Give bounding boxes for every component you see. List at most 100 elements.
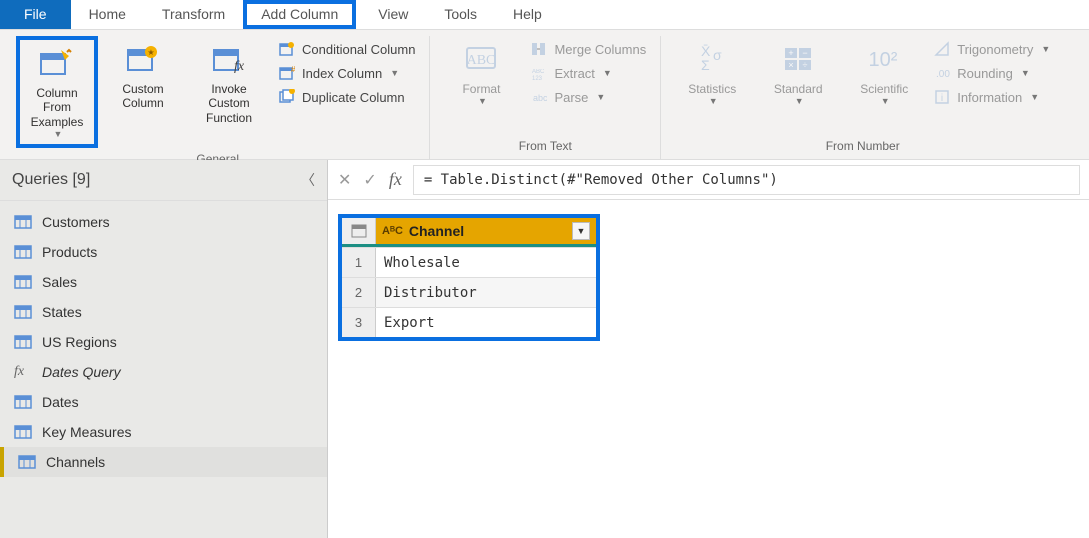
menu-bar: File Home Transform Add Column View Tool…	[0, 0, 1089, 30]
query-item-states[interactable]: States	[0, 297, 327, 327]
query-item-dates[interactable]: Dates	[0, 387, 327, 417]
rounding-icon: .00	[933, 64, 951, 82]
rounding-label: Rounding	[957, 66, 1013, 81]
formula-bar: ✕ ✓ fx	[328, 160, 1089, 200]
svg-text:.00: .00	[936, 69, 950, 80]
ribbon-group-from-text-label: From Text	[519, 135, 572, 159]
query-item-label: Products	[42, 244, 97, 260]
index-column-button[interactable]: # Index Column ▼	[278, 64, 415, 82]
extract-button[interactable]: ABC123 Extract ▼	[530, 64, 646, 82]
scientific-button[interactable]: 10² Scientific ▼	[843, 36, 925, 111]
invoke-custom-function-label: Invoke Custom Function	[190, 82, 268, 125]
query-item-label: Dates	[42, 394, 79, 410]
query-list: Customers Products Sales States US Regio…	[0, 201, 327, 483]
collapse-panel-button[interactable]: 〈	[301, 170, 315, 190]
table-row[interactable]: 3 Export	[342, 307, 596, 337]
accept-formula-button[interactable]: ✓	[363, 170, 376, 190]
format-label: Format	[462, 82, 500, 96]
chevron-down-icon: ▼	[795, 96, 804, 107]
table-corner-button[interactable]	[342, 218, 376, 244]
cancel-formula-button[interactable]: ✕	[338, 170, 351, 190]
table-icon	[14, 335, 32, 349]
query-item-label: States	[42, 304, 82, 320]
query-item-label: Key Measures	[42, 424, 131, 440]
row-number: 1	[342, 248, 376, 277]
ribbon-group-from-number-label: From Number	[826, 135, 900, 159]
query-item-sales[interactable]: Sales	[0, 267, 327, 297]
fx-icon: fx	[389, 169, 402, 190]
svg-text:×: ×	[789, 60, 794, 70]
formula-input[interactable]	[414, 166, 1079, 194]
tab-add-column[interactable]: Add Column	[243, 0, 356, 29]
invoke-custom-function-button[interactable]: fx Invoke Custom Function	[188, 36, 270, 129]
query-item-key-measures[interactable]: Key Measures	[0, 417, 327, 447]
column-name: Channel	[409, 223, 464, 239]
svg-text:#: #	[291, 65, 295, 74]
queries-panel: Queries [9] 〈 Customers Products Sales S…	[0, 160, 328, 538]
work-area: ✕ ✓ fx AᴮC Channel ▼ 1 W	[328, 160, 1089, 538]
ribbon-group-from-text: ABC Format ▼ Merge Columns ABC123 Extrac…	[430, 36, 661, 159]
statistics-button[interactable]: X̄σΣ Statistics ▼	[671, 36, 753, 111]
trigonometry-button[interactable]: Trigonometry ▼	[933, 40, 1050, 58]
ribbon-group-general: Column From Examples ▼ ★ Custom Column f…	[6, 36, 430, 159]
table-row[interactable]: 2 Distributor	[342, 277, 596, 307]
merge-columns-button[interactable]: Merge Columns	[530, 40, 646, 58]
svg-text:i: i	[941, 93, 943, 104]
duplicate-column-label: Duplicate Column	[302, 90, 405, 105]
row-number: 2	[342, 278, 376, 307]
svg-text:ABC: ABC	[532, 69, 545, 75]
information-button[interactable]: i Information ▼	[933, 88, 1050, 106]
custom-column-icon: ★	[124, 40, 162, 78]
chevron-down-icon: ▼	[1021, 68, 1030, 78]
conditional-column-button[interactable]: Conditional Column	[278, 40, 415, 58]
query-item-customers[interactable]: Customers	[0, 207, 327, 237]
merge-columns-icon	[530, 40, 548, 58]
parse-label: Parse	[554, 90, 588, 105]
chevron-down-icon: ▼	[709, 96, 718, 107]
table-icon	[14, 425, 32, 439]
chevron-down-icon: ▼	[54, 129, 63, 140]
tab-view[interactable]: View	[360, 0, 426, 29]
custom-column-button[interactable]: ★ Custom Column	[102, 36, 184, 115]
standard-label: Standard	[774, 82, 823, 96]
column-filter-button[interactable]: ▼	[572, 222, 590, 240]
table-header-row: AᴮC Channel ▼	[342, 218, 596, 247]
chevron-down-icon: ▼	[603, 68, 612, 78]
chevron-down-icon: ▼	[1030, 92, 1039, 102]
tab-transform[interactable]: Transform	[144, 0, 243, 29]
cell: Wholesale	[376, 248, 596, 277]
cell: Distributor	[376, 278, 596, 307]
tab-help[interactable]: Help	[495, 0, 560, 29]
column-header-channel[interactable]: AᴮC Channel ▼	[376, 218, 596, 244]
merge-columns-label: Merge Columns	[554, 42, 646, 57]
standard-button[interactable]: +−×÷ Standard ▼	[757, 36, 839, 111]
query-item-products[interactable]: Products	[0, 237, 327, 267]
main-area: Queries [9] 〈 Customers Products Sales S…	[0, 160, 1089, 538]
scientific-label: Scientific	[860, 82, 908, 96]
table-row[interactable]: 1 Wholesale	[342, 247, 596, 277]
extract-icon: ABC123	[530, 64, 548, 82]
format-button[interactable]: ABC Format ▼	[440, 36, 522, 111]
cell: Export	[376, 308, 596, 337]
table-icon	[14, 275, 32, 289]
parse-icon: abc	[530, 88, 548, 106]
column-type-icon: AᴮC	[382, 225, 403, 237]
tab-file[interactable]: File	[0, 0, 71, 29]
tab-tools[interactable]: Tools	[426, 0, 495, 29]
query-item-dates-query[interactable]: fx Dates Query	[0, 357, 327, 387]
column-from-examples-button[interactable]: Column From Examples ▼	[16, 36, 98, 148]
query-item-us-regions[interactable]: US Regions	[0, 327, 327, 357]
duplicate-column-button[interactable]: Duplicate Column	[278, 88, 415, 106]
svg-text:★: ★	[147, 48, 154, 57]
svg-text:σ: σ	[713, 47, 722, 63]
rounding-button[interactable]: .00 Rounding ▼	[933, 64, 1050, 82]
fx-icon: fx	[14, 364, 32, 380]
information-label: Information	[957, 90, 1022, 105]
data-table: AᴮC Channel ▼ 1 Wholesale 2 Distributor …	[338, 214, 600, 341]
tab-home[interactable]: Home	[71, 0, 144, 29]
svg-text:−: −	[803, 48, 808, 58]
parse-button[interactable]: abc Parse ▼	[530, 88, 646, 106]
column-from-examples-label: Column From Examples	[22, 86, 92, 129]
query-item-channels[interactable]: Channels	[0, 447, 327, 477]
invoke-custom-function-icon: fx	[210, 40, 248, 78]
